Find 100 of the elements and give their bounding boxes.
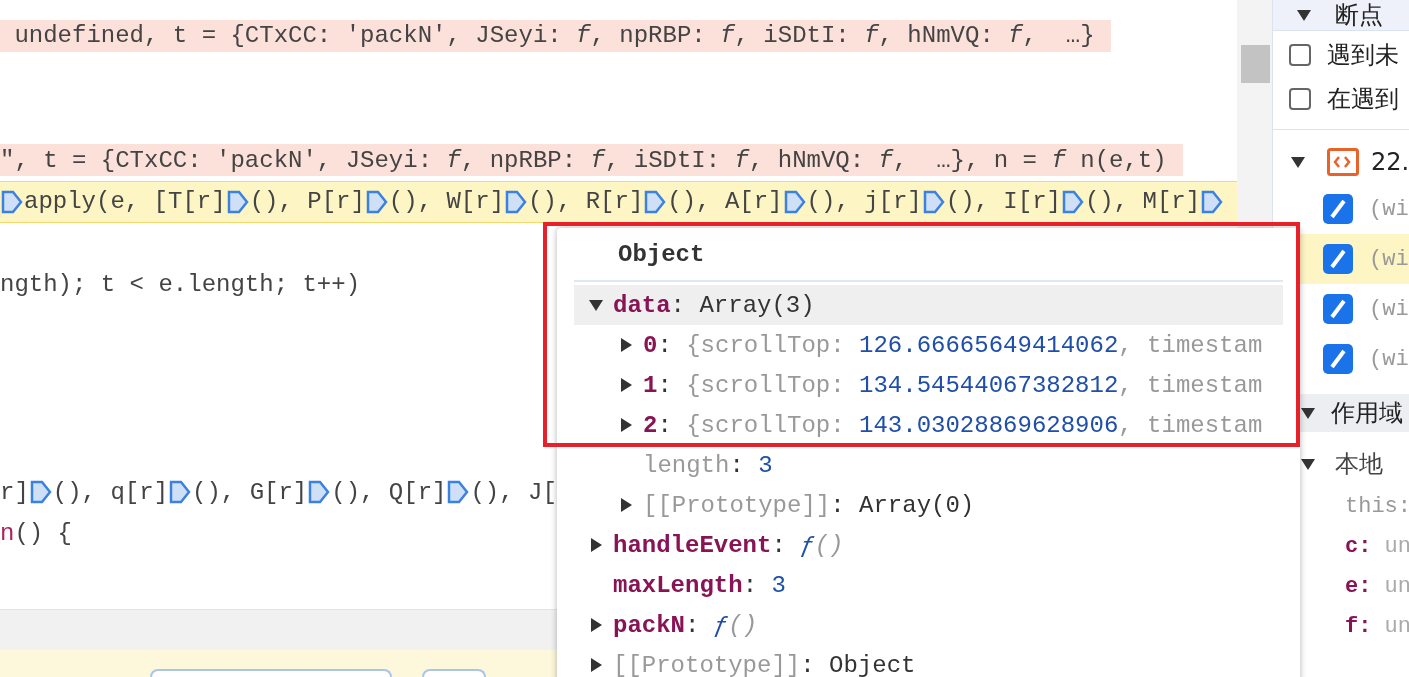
checkbox[interactable]	[1323, 244, 1353, 274]
inline-breakpoint-icon[interactable]	[644, 189, 667, 214]
property-key: [[Prototype]]	[613, 651, 801, 677]
property-row[interactable]: maxLength: 3	[574, 565, 1283, 605]
expand-arrow-icon[interactable]	[589, 538, 603, 552]
property-value: ƒ	[800, 531, 815, 559]
variable-name: f:	[1345, 613, 1372, 639]
colon: :	[670, 291, 686, 319]
code-text: (), q[r]	[52, 478, 169, 506]
property-row[interactable]: handleEvent: ƒ()	[574, 525, 1283, 565]
option-label: 遇到未	[1327, 40, 1399, 71]
inline-breakpoint-icon[interactable]	[505, 189, 528, 214]
property-row[interactable]: length: 3	[574, 445, 1283, 485]
breakpoint-location: (wi	[1369, 296, 1409, 322]
colon: :	[657, 331, 673, 359]
file-name[interactable]: 22.	[1371, 148, 1409, 176]
property-value: ƒ	[713, 611, 729, 639]
expand-arrow-icon[interactable]	[619, 418, 633, 432]
property-value: {scrollTop:	[686, 411, 846, 439]
colon: :	[800, 651, 816, 677]
code-text: (), Q[r]	[331, 478, 447, 506]
property-value: 3	[771, 571, 786, 599]
checkbox[interactable]	[1323, 194, 1353, 224]
expand-arrow-icon[interactable]	[589, 618, 603, 632]
inline-breakpoint-icon[interactable]	[1061, 189, 1084, 214]
code-text: (), P[r]	[249, 188, 365, 216]
inline-breakpoint-icon[interactable]	[922, 189, 945, 214]
file-icon	[1327, 148, 1359, 176]
code-text: (), A[r]	[667, 188, 783, 216]
property-row[interactable]: packN: ƒ()	[574, 605, 1283, 645]
property-value: 143.03028869628906	[859, 411, 1119, 439]
inline-breakpoint-icon[interactable]	[783, 189, 806, 214]
colon: :	[657, 371, 673, 399]
expand-arrow-icon[interactable]	[619, 498, 633, 512]
expand-arrow-icon[interactable]	[619, 338, 633, 352]
checkbox[interactable]	[1323, 344, 1353, 374]
property-key: 0	[643, 331, 658, 359]
property-value: 3	[758, 451, 773, 479]
code-text: ", t = {CTxCC: 'packN', JSeyi: f, npRBP: f, iSDtI: f, hNmVQ: f, …}, n = f n(e,t)	[0, 146, 1167, 174]
collapse-arrow-icon[interactable]	[1301, 406, 1315, 420]
property-value: Array(3)	[699, 291, 815, 319]
variable-name: c:	[1345, 533, 1372, 559]
inline-breakpoint-icon[interactable]	[169, 480, 192, 505]
inline-breakpoint-icon[interactable]	[226, 189, 249, 214]
code-text: (), G[r]	[192, 478, 308, 506]
inline-breakpoint-icon[interactable]	[308, 480, 331, 505]
inline-breakpoint-icon[interactable]	[1, 189, 23, 214]
breakpoint-location: (wi	[1369, 196, 1409, 222]
property-key: 2	[643, 411, 658, 439]
property-value: ()	[814, 531, 844, 559]
property-value: 134.54544067382812	[859, 371, 1119, 399]
collapse-arrow-icon[interactable]	[1301, 457, 1315, 471]
property-row[interactable]: [[Prototype]]: Array(0)	[574, 485, 1283, 525]
collapse-arrow-icon[interactable]	[1297, 8, 1311, 22]
property-row[interactable]: [[Prototype]]: Object	[574, 645, 1283, 677]
code-text: (), j[r]	[806, 188, 922, 216]
colon: :	[771, 531, 787, 559]
collapse-arrow-icon[interactable]	[589, 298, 603, 312]
code-text: (), I[r]	[945, 188, 1061, 216]
property-value: , timestam	[1118, 411, 1263, 439]
property-key: [[Prototype]]	[643, 491, 831, 519]
inline-breakpoint-icon[interactable]	[365, 189, 388, 214]
variable-value: un	[1383, 613, 1409, 639]
section-title: 作用域	[1331, 398, 1403, 429]
property-key: handleEvent	[613, 531, 772, 559]
property-value: ()	[728, 611, 758, 639]
code-text: apply(e, [T[r]	[24, 188, 226, 216]
colon: :	[657, 411, 673, 439]
section-header[interactable]: 断点	[1273, 0, 1409, 31]
colon: :	[729, 451, 745, 479]
collapse-arrow-icon[interactable]	[1291, 155, 1305, 169]
scope-label[interactable]: 本地	[1335, 448, 1383, 480]
property-key: data	[613, 291, 671, 319]
code-text: () {	[14, 520, 72, 548]
inline-breakpoint-icon[interactable]	[447, 480, 470, 505]
variable-value: un	[1383, 533, 1409, 559]
scrollbar-thumb[interactable]	[1241, 45, 1270, 83]
expand-arrow-icon[interactable]	[619, 378, 633, 392]
property-value: {scrollTop:	[686, 371, 846, 399]
property-row[interactable]: data: Array(3)	[574, 285, 1283, 325]
property-value: Array(0)	[859, 491, 975, 519]
variable-name: e:	[1345, 573, 1372, 599]
breakpoint-location: (wi	[1369, 346, 1409, 372]
colon: :	[742, 571, 759, 599]
checkbox[interactable]	[1323, 294, 1353, 324]
code-text: (), R[r]	[528, 188, 644, 216]
variable-value: un	[1383, 573, 1409, 599]
property-key: packN	[613, 611, 685, 639]
inline-breakpoint-icon[interactable]	[1201, 189, 1224, 214]
checkbox[interactable]	[1289, 44, 1311, 66]
code-text: (), M[r]	[1084, 188, 1201, 216]
section-title: 断点	[1335, 0, 1383, 31]
property-value: Object	[829, 651, 916, 677]
property-value: 126.66665649414062	[859, 331, 1119, 359]
colon: :	[830, 491, 846, 519]
code-text: (), W[r]	[388, 188, 505, 216]
checkbox[interactable]	[1289, 88, 1311, 110]
code-text: undefined, t = {CTxCC: 'packN', JSeyi: f, npRBP: f, iSDtI: f, hNmVQ: f, …}	[13, 22, 1095, 50]
inline-breakpoint-icon[interactable]	[29, 480, 52, 505]
expand-arrow-icon[interactable]	[589, 658, 603, 672]
